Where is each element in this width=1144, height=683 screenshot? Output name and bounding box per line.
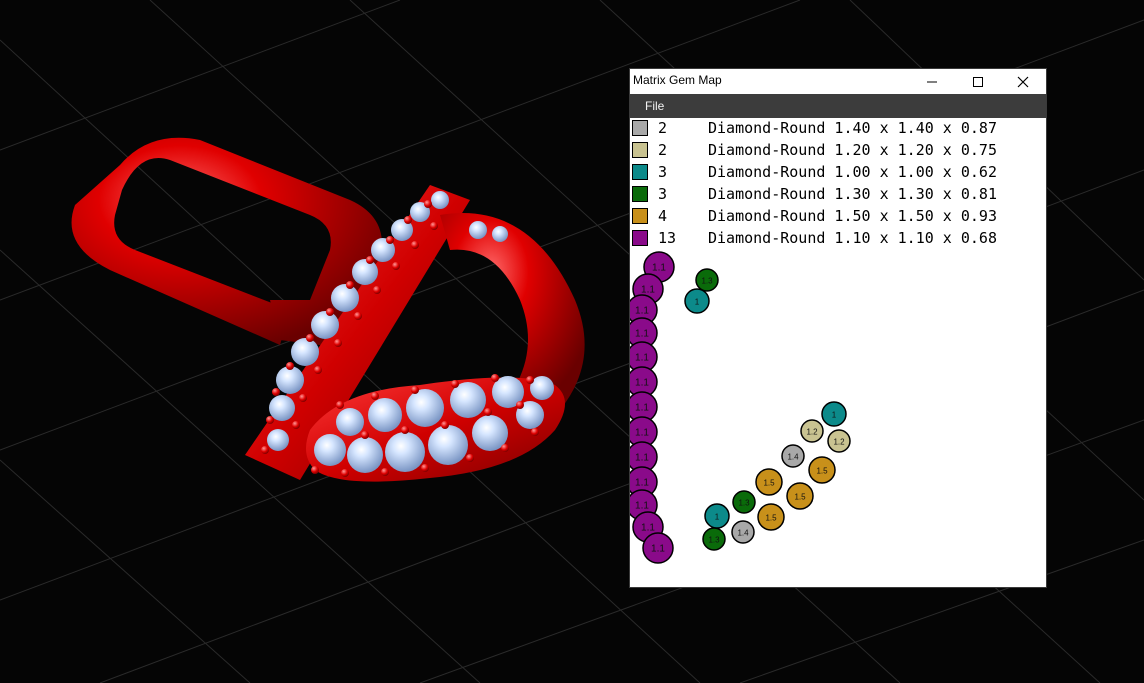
gem-count: 4 bbox=[658, 207, 668, 225]
gem-size-label: 1.1 bbox=[635, 501, 649, 512]
gem-size-label: 1.1 bbox=[635, 453, 649, 464]
menu-bar: File bbox=[630, 94, 1046, 118]
window-title: Matrix Gem Map bbox=[633, 73, 722, 87]
close-icon bbox=[1017, 76, 1029, 87]
color-swatch bbox=[632, 208, 648, 224]
maximize-button[interactable] bbox=[955, 69, 1001, 94]
gem-marker[interactable]: 1 bbox=[704, 503, 730, 529]
gem-marker[interactable]: 1.1 bbox=[642, 532, 674, 564]
gem-size-label: 1 bbox=[715, 513, 720, 522]
gem-description: Diamond-Round 1.10 x 1.10 x 0.68 bbox=[708, 229, 997, 247]
legend-row: 13 Diamond-Round 1.10 x 1.10 x 0.68 bbox=[630, 228, 1046, 250]
gem-size-label: 1.1 bbox=[635, 478, 649, 489]
gem-size-label: 1.1 bbox=[635, 403, 649, 414]
gem-count: 2 bbox=[658, 119, 668, 137]
gem-size-label: 1.1 bbox=[652, 263, 666, 274]
color-swatch bbox=[632, 164, 648, 180]
color-swatch bbox=[632, 142, 648, 158]
gem-size-label: 1.1 bbox=[635, 378, 649, 389]
gem-size-label: 1.5 bbox=[765, 514, 777, 523]
gem-size-label: 1.2 bbox=[833, 438, 845, 447]
gem-marker[interactable]: 1.5 bbox=[786, 482, 814, 510]
gem-size-label: 1.5 bbox=[816, 467, 828, 476]
maximize-icon bbox=[973, 76, 983, 87]
gem-marker[interactable]: 1.2 bbox=[827, 429, 851, 453]
minimize-icon bbox=[927, 81, 937, 82]
title-bar[interactable]: Matrix Gem Map bbox=[630, 69, 1046, 94]
gem-count: 13 bbox=[658, 229, 677, 247]
gem-size-label: 1.1 bbox=[635, 306, 649, 317]
gem-marker[interactable]: 1 bbox=[821, 401, 847, 427]
gem-size-label: 1 bbox=[832, 411, 837, 420]
legend-row: 3 Diamond-Round 1.00 x 1.00 x 0.62 bbox=[630, 162, 1046, 184]
gem-marker[interactable]: 1.3 bbox=[732, 490, 756, 514]
legend-row: 4 Diamond-Round 1.50 x 1.50 x 0.93 bbox=[630, 206, 1046, 228]
gem-marker[interactable]: 1.2 bbox=[800, 419, 824, 443]
gem-marker[interactable]: 1.5 bbox=[755, 468, 783, 496]
gem-size-label: 1.1 bbox=[635, 428, 649, 439]
gem-size-label: 1.2 bbox=[806, 428, 818, 437]
legend-row: 2 Diamond-Round 1.40 x 1.40 x 0.87 bbox=[630, 118, 1046, 140]
gem-description: Diamond-Round 1.30 x 1.30 x 0.81 bbox=[708, 185, 997, 203]
gem-map-canvas[interactable]: 1.1 1.1 1.1 1.1 1.1 1.1 1.1 1.1 1.1 1.1 1.1 1.1 1.1 1… bbox=[630, 249, 1046, 579]
minimize-button[interactable] bbox=[909, 69, 955, 94]
close-button[interactable] bbox=[1000, 69, 1046, 94]
gem-marker[interactable]: 1.4 bbox=[731, 520, 755, 544]
menu-file[interactable]: File bbox=[645, 99, 664, 113]
gem-size-label: 1.5 bbox=[763, 479, 775, 488]
gem-size-label: 1.4 bbox=[787, 453, 799, 462]
gem-size-label: 1 bbox=[695, 298, 700, 307]
gem-description: Diamond-Round 1.00 x 1.00 x 0.62 bbox=[708, 163, 997, 181]
gem-count: 3 bbox=[658, 185, 668, 203]
gem-marker[interactable]: 1 bbox=[684, 288, 710, 314]
gem-description: Diamond-Round 1.50 x 1.50 x 0.93 bbox=[708, 207, 997, 225]
color-swatch bbox=[632, 120, 648, 136]
gem-marker[interactable]: 1.3 bbox=[702, 527, 726, 551]
gem-description: Diamond-Round 1.20 x 1.20 x 0.75 bbox=[708, 141, 997, 159]
legend-row: 2 Diamond-Round 1.20 x 1.20 x 0.75 bbox=[630, 140, 1046, 162]
gem-marker[interactable]: 1.3 bbox=[695, 268, 719, 292]
gem-size-label: 1.1 bbox=[651, 544, 665, 555]
gem-count: 2 bbox=[658, 141, 668, 159]
gem-size-label: 1.1 bbox=[641, 523, 655, 534]
gem-size-label: 1.4 bbox=[737, 529, 749, 538]
gem-size-label: 1.1 bbox=[641, 285, 655, 296]
gem-size-label: 1.3 bbox=[708, 536, 720, 545]
color-swatch bbox=[632, 230, 648, 246]
gem-size-label: 1.3 bbox=[701, 277, 713, 286]
gem-size-label: 1.5 bbox=[794, 493, 806, 502]
gem-description: Diamond-Round 1.40 x 1.40 x 0.87 bbox=[708, 119, 997, 137]
gem-count: 3 bbox=[658, 163, 668, 181]
gem-map-window[interactable]: Matrix Gem Map File 2 Diamond-Round 1.40… bbox=[630, 69, 1046, 587]
color-swatch bbox=[632, 186, 648, 202]
ring-model[interactable] bbox=[71, 137, 585, 482]
gem-marker[interactable]: 1.5 bbox=[808, 456, 836, 484]
gem-size-label: 1.1 bbox=[635, 353, 649, 364]
gem-size-label: 1.1 bbox=[635, 329, 649, 340]
gem-marker[interactable]: 1.5 bbox=[757, 503, 785, 531]
gem-marker[interactable]: 1.4 bbox=[781, 444, 805, 468]
gem-size-label: 1.3 bbox=[738, 499, 750, 508]
legend-row: 3 Diamond-Round 1.30 x 1.30 x 0.81 bbox=[630, 184, 1046, 206]
